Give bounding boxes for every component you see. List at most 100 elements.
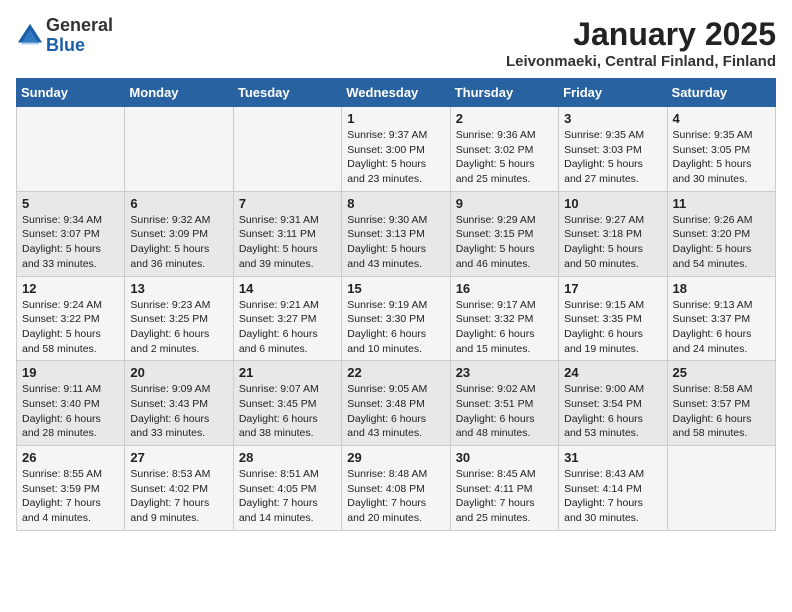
day-number: 6 <box>130 196 227 211</box>
day-info: Sunrise: 9:29 AMSunset: 3:15 PMDaylight:… <box>456 213 553 272</box>
calendar-cell: 1 Sunrise: 9:37 AMSunset: 3:00 PMDayligh… <box>342 107 450 192</box>
calendar-cell: 29 Sunrise: 8:48 AMSunset: 4:08 PMDaylig… <box>342 446 450 531</box>
day-info: Sunrise: 9:26 AMSunset: 3:20 PMDaylight:… <box>673 213 770 272</box>
page-header: General Blue January 2025 Leivonmaeki, C… <box>16 16 776 70</box>
calendar-cell: 14 Sunrise: 9:21 AMSunset: 3:27 PMDaylig… <box>233 276 341 361</box>
calendar-cell: 20 Sunrise: 9:09 AMSunset: 3:43 PMDaylig… <box>125 361 233 446</box>
calendar-cell: 17 Sunrise: 9:15 AMSunset: 3:35 PMDaylig… <box>559 276 667 361</box>
calendar-cell: 26 Sunrise: 8:55 AMSunset: 3:59 PMDaylig… <box>17 446 125 531</box>
weekday-header-row: SundayMondayTuesdayWednesdayThursdayFrid… <box>17 79 776 107</box>
day-info: Sunrise: 9:13 AMSunset: 3:37 PMDaylight:… <box>673 298 770 357</box>
day-number: 7 <box>239 196 336 211</box>
day-number: 18 <box>673 281 770 296</box>
weekday-header-sunday: Sunday <box>17 79 125 107</box>
calendar-cell <box>667 446 775 531</box>
day-number: 30 <box>456 450 553 465</box>
day-info: Sunrise: 9:32 AMSunset: 3:09 PMDaylight:… <box>130 213 227 272</box>
day-number: 19 <box>22 365 119 380</box>
day-number: 28 <box>239 450 336 465</box>
main-title: January 2025 <box>506 16 776 53</box>
day-number: 27 <box>130 450 227 465</box>
calendar-cell: 3 Sunrise: 9:35 AMSunset: 3:03 PMDayligh… <box>559 107 667 192</box>
day-info: Sunrise: 9:35 AMSunset: 3:03 PMDaylight:… <box>564 128 661 187</box>
day-info: Sunrise: 9:19 AMSunset: 3:30 PMDaylight:… <box>347 298 444 357</box>
weekday-header-friday: Friday <box>559 79 667 107</box>
calendar-cell: 28 Sunrise: 8:51 AMSunset: 4:05 PMDaylig… <box>233 446 341 531</box>
weekday-header-monday: Monday <box>125 79 233 107</box>
day-number: 10 <box>564 196 661 211</box>
day-info: Sunrise: 9:09 AMSunset: 3:43 PMDaylight:… <box>130 382 227 441</box>
calendar-cell: 18 Sunrise: 9:13 AMSunset: 3:37 PMDaylig… <box>667 276 775 361</box>
day-info: Sunrise: 9:00 AMSunset: 3:54 PMDaylight:… <box>564 382 661 441</box>
logo-blue: Blue <box>46 36 113 56</box>
calendar-cell: 24 Sunrise: 9:00 AMSunset: 3:54 PMDaylig… <box>559 361 667 446</box>
calendar-cell: 7 Sunrise: 9:31 AMSunset: 3:11 PMDayligh… <box>233 191 341 276</box>
day-info: Sunrise: 9:05 AMSunset: 3:48 PMDaylight:… <box>347 382 444 441</box>
calendar-cell: 12 Sunrise: 9:24 AMSunset: 3:22 PMDaylig… <box>17 276 125 361</box>
day-number: 9 <box>456 196 553 211</box>
logo: General Blue <box>16 16 113 56</box>
calendar-body: 1 Sunrise: 9:37 AMSunset: 3:00 PMDayligh… <box>17 107 776 531</box>
calendar-week-row: 12 Sunrise: 9:24 AMSunset: 3:22 PMDaylig… <box>17 276 776 361</box>
day-number: 2 <box>456 111 553 126</box>
subtitle: Leivonmaeki, Central Finland, Finland <box>506 53 776 70</box>
logo-icon <box>16 22 44 50</box>
calendar-cell: 8 Sunrise: 9:30 AMSunset: 3:13 PMDayligh… <box>342 191 450 276</box>
calendar-cell: 30 Sunrise: 8:45 AMSunset: 4:11 PMDaylig… <box>450 446 558 531</box>
weekday-header-tuesday: Tuesday <box>233 79 341 107</box>
calendar-cell: 2 Sunrise: 9:36 AMSunset: 3:02 PMDayligh… <box>450 107 558 192</box>
day-number: 5 <box>22 196 119 211</box>
calendar-cell: 22 Sunrise: 9:05 AMSunset: 3:48 PMDaylig… <box>342 361 450 446</box>
day-info: Sunrise: 9:35 AMSunset: 3:05 PMDaylight:… <box>673 128 770 187</box>
day-number: 26 <box>22 450 119 465</box>
day-number: 8 <box>347 196 444 211</box>
weekday-header-thursday: Thursday <box>450 79 558 107</box>
calendar-cell: 25 Sunrise: 8:58 AMSunset: 3:57 PMDaylig… <box>667 361 775 446</box>
day-info: Sunrise: 9:31 AMSunset: 3:11 PMDaylight:… <box>239 213 336 272</box>
calendar-cell: 23 Sunrise: 9:02 AMSunset: 3:51 PMDaylig… <box>450 361 558 446</box>
day-info: Sunrise: 9:34 AMSunset: 3:07 PMDaylight:… <box>22 213 119 272</box>
day-number: 31 <box>564 450 661 465</box>
calendar-cell: 13 Sunrise: 9:23 AMSunset: 3:25 PMDaylig… <box>125 276 233 361</box>
calendar-cell: 21 Sunrise: 9:07 AMSunset: 3:45 PMDaylig… <box>233 361 341 446</box>
day-info: Sunrise: 9:36 AMSunset: 3:02 PMDaylight:… <box>456 128 553 187</box>
calendar-week-row: 1 Sunrise: 9:37 AMSunset: 3:00 PMDayligh… <box>17 107 776 192</box>
day-number: 23 <box>456 365 553 380</box>
day-info: Sunrise: 8:58 AMSunset: 3:57 PMDaylight:… <box>673 382 770 441</box>
logo-general: General <box>46 16 113 36</box>
day-number: 20 <box>130 365 227 380</box>
day-info: Sunrise: 8:51 AMSunset: 4:05 PMDaylight:… <box>239 467 336 526</box>
calendar-table: SundayMondayTuesdayWednesdayThursdayFrid… <box>16 78 776 531</box>
calendar-cell: 6 Sunrise: 9:32 AMSunset: 3:09 PMDayligh… <box>125 191 233 276</box>
day-number: 11 <box>673 196 770 211</box>
day-info: Sunrise: 9:24 AMSunset: 3:22 PMDaylight:… <box>22 298 119 357</box>
day-info: Sunrise: 8:53 AMSunset: 4:02 PMDaylight:… <box>130 467 227 526</box>
day-info: Sunrise: 9:23 AMSunset: 3:25 PMDaylight:… <box>130 298 227 357</box>
day-number: 1 <box>347 111 444 126</box>
calendar-cell: 9 Sunrise: 9:29 AMSunset: 3:15 PMDayligh… <box>450 191 558 276</box>
calendar-week-row: 26 Sunrise: 8:55 AMSunset: 3:59 PMDaylig… <box>17 446 776 531</box>
title-block: January 2025 Leivonmaeki, Central Finlan… <box>506 16 776 70</box>
day-info: Sunrise: 9:27 AMSunset: 3:18 PMDaylight:… <box>564 213 661 272</box>
calendar-cell: 10 Sunrise: 9:27 AMSunset: 3:18 PMDaylig… <box>559 191 667 276</box>
calendar-week-row: 5 Sunrise: 9:34 AMSunset: 3:07 PMDayligh… <box>17 191 776 276</box>
weekday-header-saturday: Saturday <box>667 79 775 107</box>
calendar-cell <box>17 107 125 192</box>
day-number: 13 <box>130 281 227 296</box>
day-number: 25 <box>673 365 770 380</box>
day-info: Sunrise: 9:11 AMSunset: 3:40 PMDaylight:… <box>22 382 119 441</box>
day-info: Sunrise: 9:02 AMSunset: 3:51 PMDaylight:… <box>456 382 553 441</box>
day-info: Sunrise: 9:17 AMSunset: 3:32 PMDaylight:… <box>456 298 553 357</box>
calendar-cell: 16 Sunrise: 9:17 AMSunset: 3:32 PMDaylig… <box>450 276 558 361</box>
calendar-cell <box>125 107 233 192</box>
day-number: 22 <box>347 365 444 380</box>
calendar-cell: 19 Sunrise: 9:11 AMSunset: 3:40 PMDaylig… <box>17 361 125 446</box>
day-number: 21 <box>239 365 336 380</box>
day-info: Sunrise: 8:45 AMSunset: 4:11 PMDaylight:… <box>456 467 553 526</box>
day-info: Sunrise: 9:21 AMSunset: 3:27 PMDaylight:… <box>239 298 336 357</box>
weekday-header-wednesday: Wednesday <box>342 79 450 107</box>
calendar-cell <box>233 107 341 192</box>
day-number: 15 <box>347 281 444 296</box>
day-info: Sunrise: 8:43 AMSunset: 4:14 PMDaylight:… <box>564 467 661 526</box>
calendar-cell: 27 Sunrise: 8:53 AMSunset: 4:02 PMDaylig… <box>125 446 233 531</box>
